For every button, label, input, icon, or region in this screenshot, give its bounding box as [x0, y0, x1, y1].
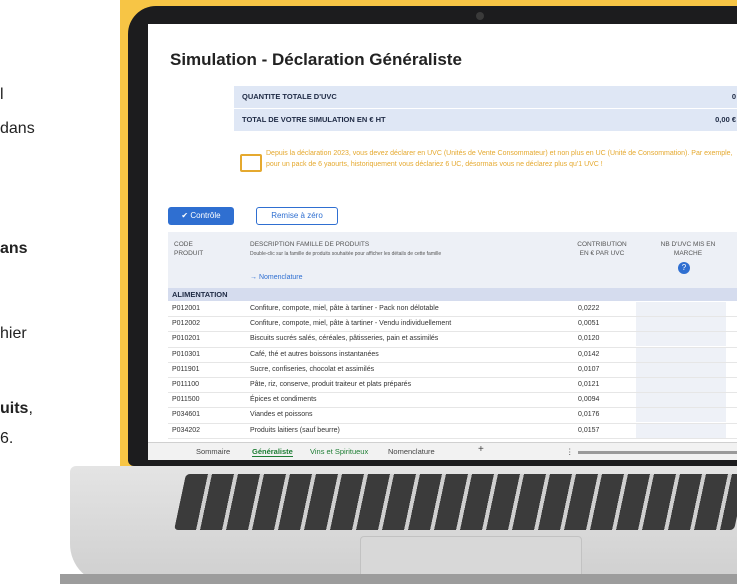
row-code: P011100 [172, 380, 199, 388]
summary-row-quantity: QUANTITE TOTALE D'UVC 0 [234, 86, 737, 109]
controle-button[interactable]: ✔ Contrôle [168, 207, 234, 225]
table-row[interactable]: P012002 Confiture, compote, miel, pâte à… [168, 317, 737, 333]
side-text-line-6: 6. [0, 430, 14, 447]
row-contribution: 0,0157 [578, 426, 600, 434]
tab-nomenclature[interactable]: Nomenclature [388, 447, 435, 456]
row-contribution: 0,0051 [578, 320, 600, 328]
side-text-line-1: l [0, 86, 4, 103]
row-description: Produits laitiers (sauf beurre) [250, 426, 340, 434]
controle-button-label: Contrôle [190, 211, 221, 220]
header-nb-uvc: NB D'UVC MIS EN MARCHE [660, 241, 716, 257]
add-sheet-button[interactable]: + [478, 444, 484, 455]
summary-value: 0,00 € [715, 115, 736, 124]
uvc-notice: Depuis la déclaration 2023, vous devez d… [236, 148, 737, 194]
row-contribution: 0,0222 [578, 305, 600, 312]
row-uvc-input[interactable] [636, 302, 726, 316]
summary-value: 0 [731, 92, 736, 101]
row-description: Viandes et poissons [250, 411, 313, 419]
laptop-screen: Simulation - Déclaration Généraliste QUA… [148, 24, 737, 460]
table-header: CODE PRODUIT DESCRIPTION FAMILLE DE PROD… [168, 232, 737, 288]
row-contribution: 0,0176 [578, 411, 600, 419]
header-contribution: CONTRIBUTION EN € PAR UVC [577, 241, 627, 257]
nomenclature-link-label: Nomenclature [258, 274, 303, 281]
side-text-line-5: uits, [0, 400, 33, 418]
more-options-icon[interactable]: ⋮ [566, 447, 574, 456]
row-code: P012001 [172, 305, 201, 312]
row-contribution: 0,0120 [578, 335, 600, 343]
row-uvc-input[interactable] [636, 317, 726, 332]
book-icon [240, 154, 262, 172]
row-contribution: 0,0142 [578, 350, 600, 358]
row-code: P012002 [172, 320, 201, 328]
row-code: P010201 [172, 335, 201, 343]
row-uvc-input[interactable] [636, 362, 726, 377]
table-row[interactable]: P010201 Biscuits sucrés salés, céréales,… [168, 332, 737, 348]
row-code: P010301 [172, 350, 201, 358]
trackpad [360, 536, 582, 578]
row-description: Biscuits sucrés salés, céréales, pâtisse… [250, 335, 439, 343]
summary-label: QUANTITE TOTALE D'UVC [242, 92, 337, 101]
row-uvc-input[interactable] [636, 377, 726, 392]
keyboard [174, 474, 737, 530]
table-row[interactable]: P010301 Café, thé et autres boissons ins… [168, 347, 737, 363]
summary-row-total: TOTAL DE VOTRE SIMULATION EN € HT 0,00 € [234, 109, 737, 132]
nomenclature-link[interactable]: → Nomenclature [250, 274, 303, 281]
row-code: P034202 [172, 426, 201, 434]
row-description: Épices et condiments [250, 396, 317, 404]
row-description: Pâte, riz, conserve, produit traiteur et… [250, 380, 412, 388]
help-icon[interactable]: ? [678, 262, 690, 274]
row-contribution: 0,0107 [578, 365, 600, 373]
horizontal-scrollbar[interactable] [578, 451, 737, 454]
row-contribution: 0,0094 [578, 396, 600, 404]
row-uvc-input[interactable] [636, 408, 726, 423]
side-text-line-2: dans [0, 120, 35, 137]
row-description: Confiture, compote, miel, pâte à tartine… [250, 320, 452, 328]
row-uvc-input[interactable] [636, 332, 726, 347]
category-row: ALIMENTATION [168, 288, 737, 301]
side-text-line-4: hier [0, 325, 27, 342]
page-title: Simulation - Déclaration Généraliste [170, 50, 462, 69]
header-description-hint: Double-clic sur la famille de produits s… [250, 251, 442, 257]
summary-label: TOTAL DE VOTRE SIMULATION EN € HT [242, 115, 386, 124]
tab-sommaire[interactable]: Sommaire [196, 447, 230, 456]
sheet-tab-bar: Sommaire Généraliste Vins et Spiritueux … [148, 442, 737, 460]
row-uvc-input[interactable] [636, 347, 726, 362]
table-row[interactable]: P034601 Viandes et poissons 0,0176 [168, 408, 737, 424]
row-uvc-input[interactable] [636, 423, 726, 438]
table-row[interactable]: P011500 Épices et condiments 0,0094 [168, 393, 737, 409]
table-row[interactable]: P011100 Pâte, riz, conserve, produit tra… [168, 377, 737, 394]
table-row[interactable]: P011901 Sucre, confiseries, chocolat et … [168, 362, 737, 378]
table-row[interactable]: P034202 Produits laitiers (sauf beurre) … [168, 423, 737, 439]
row-contribution: 0,0121 [578, 380, 600, 388]
table-row[interactable]: P012001 Confiture, compote, miel, pâte à… [168, 302, 737, 318]
side-text-line-5-bold: uits [0, 400, 29, 417]
row-uvc-input[interactable] [636, 393, 726, 408]
row-code: P011500 [172, 396, 200, 404]
laptop-base-edge [60, 574, 737, 584]
header-code: CODE PRODUIT [174, 241, 204, 257]
row-code: P011901 [172, 365, 200, 373]
table-body: P012001 Confiture, compote, miel, pâte à… [168, 302, 737, 439]
row-description: Confiture, compote, miel, pâte à tartine… [250, 305, 439, 312]
row-description: Café, thé et autres boissons instantanée… [250, 350, 379, 358]
header-description: DESCRIPTION FAMILLE DE PRODUITS [250, 241, 370, 248]
row-description: Sucre, confiseries, chocolat et assimilé… [250, 365, 375, 373]
camera-icon [476, 12, 484, 20]
tab-generaliste[interactable]: Généraliste [252, 447, 293, 457]
side-text-line-5-suffix: , [28, 400, 33, 417]
reset-button[interactable]: Remise à zéro [256, 207, 338, 225]
row-code: P034601 [172, 411, 201, 419]
summary-box: QUANTITE TOTALE D'UVC 0 TOTAL DE VOTRE S… [234, 86, 737, 132]
side-text-line-3: ans [0, 240, 28, 257]
tab-vins-et-spiritueux[interactable]: Vins et Spiritueux [310, 447, 368, 456]
notice-text: Depuis la déclaration 2023, vous devez d… [266, 150, 733, 168]
